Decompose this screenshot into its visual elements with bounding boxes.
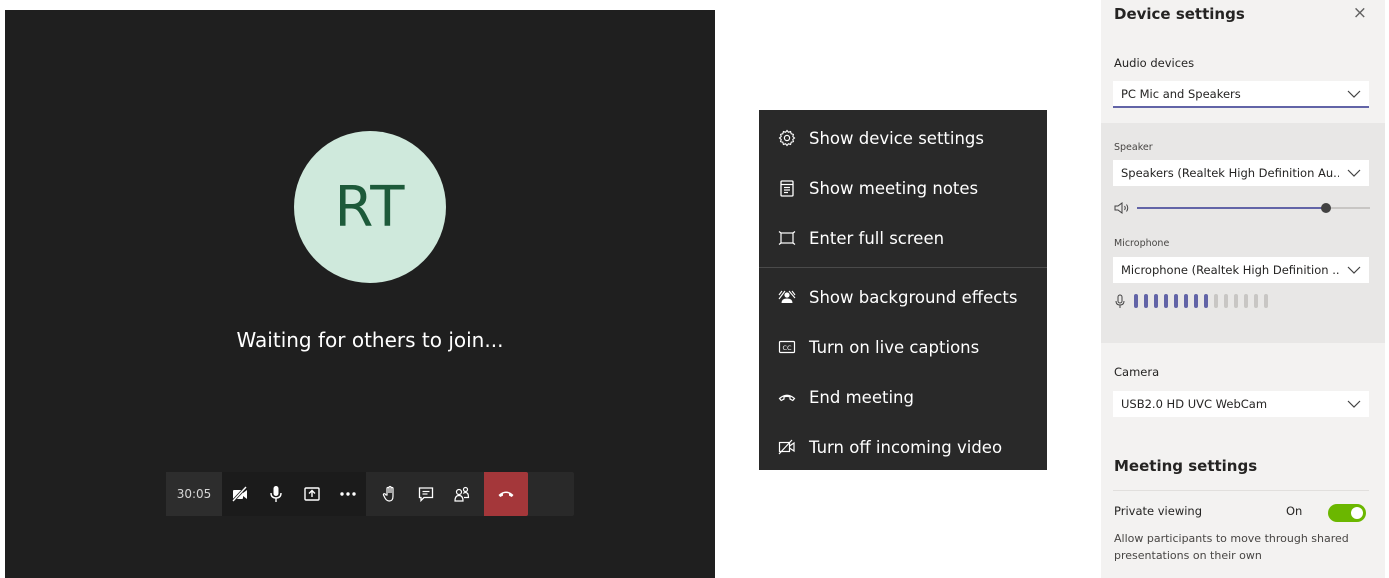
chat-icon (418, 487, 434, 503)
menu-item-label: Show meeting notes (809, 178, 979, 198)
av-controls-group (222, 472, 366, 516)
microphone-button[interactable] (258, 472, 294, 516)
camera-label: Camera (1114, 365, 1160, 379)
chevron-down-icon (1339, 400, 1369, 408)
section-divider (1113, 490, 1369, 491)
camera-value: USB2.0 HD UVC WebCam (1121, 397, 1268, 411)
share-screen-button[interactable] (294, 472, 330, 516)
microphone-icon (270, 486, 282, 502)
more-actions-menu: Show device settings Show meeting notes … (759, 110, 1047, 470)
private-viewing-toggle[interactable] (1328, 504, 1366, 522)
menu-item-show-background-effects[interactable]: Show background effects (759, 272, 1047, 322)
panel-title: Device settings (1114, 5, 1245, 23)
mic-level-bar (1134, 294, 1138, 308)
share-screen-icon (304, 487, 320, 501)
chevron-down-icon (1339, 90, 1369, 98)
mic-level-bar (1194, 294, 1198, 308)
more-actions-button[interactable] (330, 472, 366, 516)
menu-item-turn-on-live-captions[interactable]: CC Turn on live captions (759, 322, 1047, 372)
audio-device-select[interactable]: PC Mic and Speakers (1113, 81, 1369, 108)
mic-level-bar (1184, 294, 1188, 308)
mic-level-bar (1254, 294, 1258, 308)
chat-button[interactable] (408, 472, 444, 516)
slider-fill (1137, 207, 1326, 209)
camera-off-icon (231, 485, 248, 503)
menu-item-enter-full-screen[interactable]: Enter full screen (759, 213, 1047, 263)
menu-item-show-device-settings[interactable]: Show device settings (759, 113, 1047, 163)
mic-level-bar (1214, 294, 1218, 308)
microphone-level-icon (1114, 294, 1126, 314)
participants-icon (454, 486, 470, 502)
call-timer: 30:05 (166, 472, 222, 516)
menu-item-label: End meeting (809, 387, 914, 407)
meeting-settings-heading: Meeting settings (1114, 457, 1258, 475)
more-actions-icon (340, 492, 356, 496)
mic-level-bar (1224, 294, 1228, 308)
raise-hand-icon (382, 485, 394, 502)
mic-level-bar (1264, 294, 1268, 308)
private-viewing-state: On (1286, 504, 1303, 518)
waiting-status-text: Waiting for others to join... (236, 328, 504, 352)
speaker-volume-icon (1113, 200, 1131, 219)
interaction-controls-group (372, 472, 480, 516)
hang-up-icon (498, 491, 514, 497)
hang-up-button[interactable] (484, 472, 528, 516)
menu-item-label: Enter full screen (809, 228, 945, 248)
mic-level-bar (1174, 294, 1178, 308)
chevron-down-icon (1339, 169, 1369, 177)
audio-devices-label: Audio devices (1114, 56, 1195, 70)
menu-item-label: Show device settings (809, 128, 985, 148)
avatar: RT (294, 131, 446, 283)
private-viewing-label: Private viewing (1114, 504, 1203, 518)
audio-details-section (1101, 123, 1385, 343)
microphone-label: Microphone (1114, 238, 1170, 249)
background-effects-icon (775, 285, 799, 309)
video-off-icon (775, 435, 799, 459)
mic-level-bar (1204, 294, 1208, 308)
audio-device-value: PC Mic and Speakers (1121, 86, 1241, 101)
speaker-select[interactable]: Speakers (Realtek High Definition Au... (1113, 160, 1369, 186)
close-icon[interactable]: × (1353, 3, 1367, 23)
participants-button[interactable] (444, 472, 480, 516)
menu-item-show-meeting-notes[interactable]: Show meeting notes (759, 163, 1047, 213)
microphone-value: Microphone (Realtek High Definition ... (1121, 263, 1339, 277)
menu-item-turn-off-incoming-video[interactable]: Turn off incoming video (759, 422, 1047, 472)
meeting-stage: RT Waiting for others to join... 30:05 (5, 10, 715, 578)
svg-text:CC: CC (782, 344, 792, 352)
speaker-volume-slider[interactable] (1137, 203, 1370, 213)
speaker-value: Speakers (Realtek High Definition Au... (1121, 166, 1339, 180)
private-viewing-description: Allow participants to move through share… (1114, 532, 1349, 562)
mic-level-bar (1234, 294, 1238, 308)
chevron-down-icon (1339, 266, 1369, 274)
microphone-select[interactable]: Microphone (Realtek High Definition ... (1113, 257, 1369, 283)
notes-icon (775, 176, 799, 200)
camera-toggle-button[interactable] (222, 472, 258, 516)
mic-level-bar (1154, 294, 1158, 308)
mic-level-bar (1164, 294, 1168, 308)
device-settings-panel: Device settings × Audio devices PC Mic a… (1101, 0, 1385, 578)
mic-level-bar (1144, 294, 1148, 308)
captions-icon: CC (775, 335, 799, 359)
call-toolbar: 30:05 (166, 472, 574, 516)
microphone-level-meter (1134, 294, 1274, 308)
menu-item-label: Show background effects (809, 287, 1018, 307)
mic-level-bar (1244, 294, 1248, 308)
slider-thumb[interactable] (1320, 203, 1331, 213)
menu-item-label: Turn off incoming video (809, 437, 1003, 457)
camera-select[interactable]: USB2.0 HD UVC WebCam (1113, 391, 1369, 417)
menu-item-end-meeting[interactable]: End meeting (759, 372, 1047, 422)
gear-icon (775, 126, 799, 150)
end-call-icon (775, 385, 799, 409)
menu-divider (759, 267, 1047, 268)
speaker-label: Speaker (1114, 142, 1153, 153)
raise-hand-button[interactable] (372, 472, 408, 516)
fullscreen-icon (775, 226, 799, 250)
menu-item-label: Turn on live captions (809, 337, 980, 357)
